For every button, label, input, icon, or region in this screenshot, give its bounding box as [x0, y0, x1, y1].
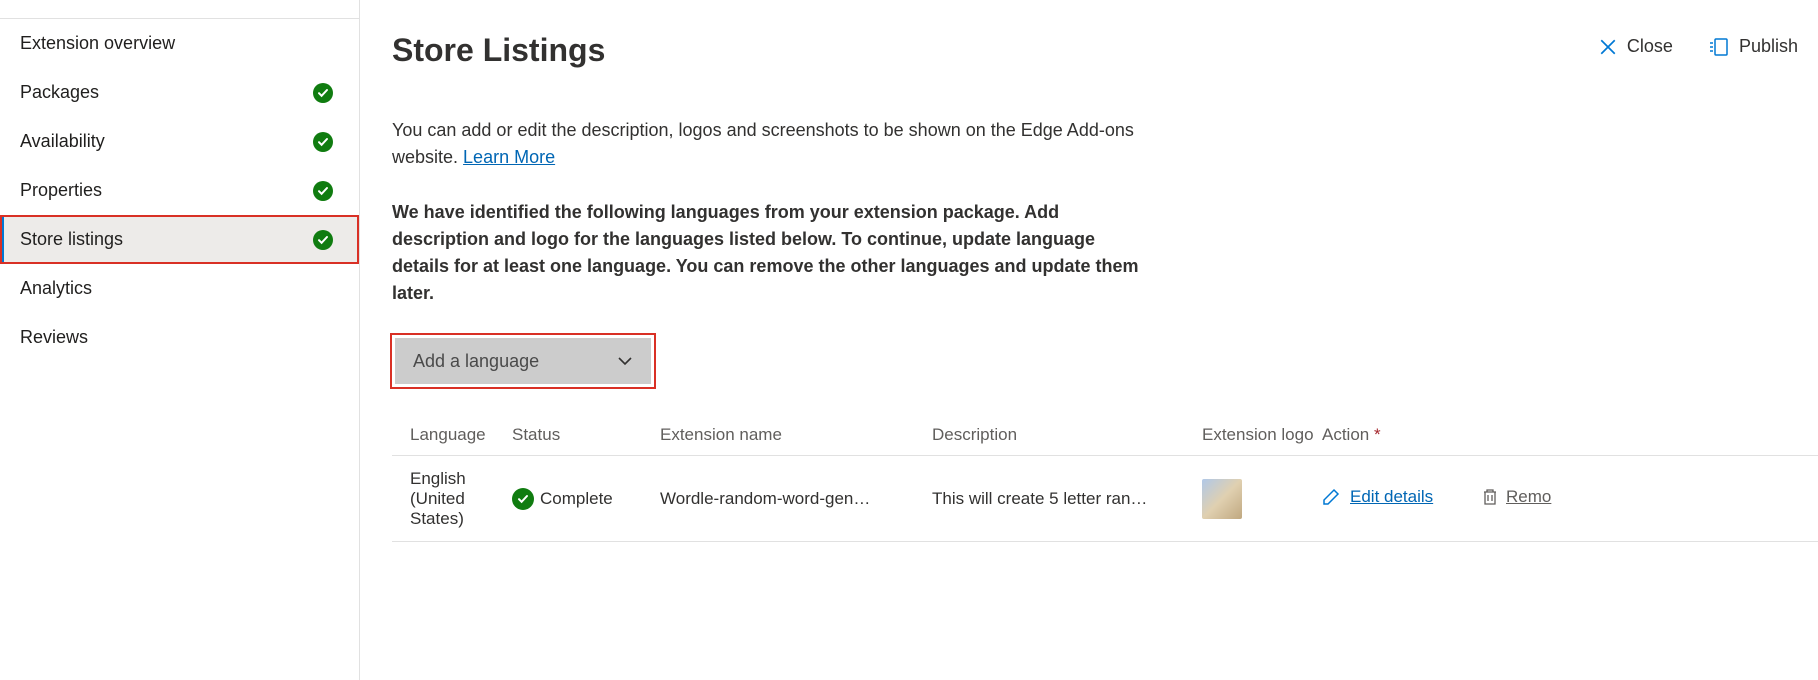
table-row: English (United States) Complete Wordle-… — [392, 456, 1818, 542]
add-language-highlight: Add a language — [392, 335, 654, 387]
instructions-text: We have identified the following languag… — [392, 199, 1152, 307]
remove-link[interactable]: Remo — [1482, 487, 1551, 507]
main-content: Close Publish Store Listings You can add… — [360, 0, 1818, 680]
nav-label: Extension overview — [20, 33, 175, 54]
nav-label: Analytics — [20, 278, 92, 299]
check-icon — [313, 132, 333, 152]
nav-label: Availability — [20, 131, 105, 152]
publish-icon — [1709, 37, 1729, 57]
status-check-icon — [512, 488, 534, 510]
col-extension: Extension name — [660, 425, 932, 445]
cell-language: English (United States) — [392, 469, 512, 529]
header-actions: Close Publish — [1599, 36, 1798, 57]
cell-description: This will create 5 letter ran… — [932, 489, 1202, 509]
cell-logo — [1202, 479, 1322, 519]
col-description: Description — [932, 425, 1202, 445]
check-icon — [313, 83, 333, 103]
extension-logo-thumb — [1202, 479, 1242, 519]
nav-label: Reviews — [20, 327, 88, 348]
edit-details-link[interactable]: Edit details — [1322, 487, 1433, 507]
col-language: Language — [392, 425, 512, 445]
nav-extension-overview[interactable]: Extension overview — [0, 19, 359, 68]
add-language-dropdown[interactable]: Add a language — [395, 338, 651, 384]
nav-properties[interactable]: Properties — [0, 166, 359, 215]
col-action: Action * — [1322, 425, 1482, 445]
nav-analytics[interactable]: Analytics — [0, 264, 359, 313]
col-logo: Extension logo — [1202, 425, 1322, 445]
page-description: You can add or edit the description, log… — [392, 117, 1152, 171]
publish-button[interactable]: Publish — [1709, 36, 1798, 57]
close-icon — [1599, 38, 1617, 56]
pencil-icon — [1322, 488, 1340, 506]
nav-availability[interactable]: Availability — [0, 117, 359, 166]
nav-label: Properties — [20, 180, 102, 201]
cell-status: Complete — [512, 488, 660, 510]
nav-label: Store listings — [20, 229, 123, 250]
required-asterisk: * — [1374, 425, 1381, 444]
table-header-row: Language Status Extension name Descripti… — [392, 425, 1818, 456]
dropdown-label: Add a language — [413, 351, 539, 372]
nav-packages[interactable]: Packages — [0, 68, 359, 117]
publish-label: Publish — [1739, 36, 1798, 57]
nav-store-listings[interactable]: Store listings — [0, 215, 359, 264]
cell-extension-name: Wordle-random-word-gen… — [660, 489, 932, 509]
chevron-down-icon — [617, 353, 633, 369]
nav-reviews[interactable]: Reviews — [0, 313, 359, 362]
nav-label: Packages — [20, 82, 99, 103]
learn-more-link[interactable]: Learn More — [463, 147, 555, 167]
cell-action: Edit details — [1322, 487, 1482, 511]
close-label: Close — [1627, 36, 1673, 57]
col-status: Status — [512, 425, 660, 445]
cell-remove: Remo — [1482, 487, 1818, 511]
sidebar: Extension overview Packages Availability… — [0, 0, 360, 680]
close-button[interactable]: Close — [1599, 36, 1673, 57]
check-icon — [313, 181, 333, 201]
trash-icon — [1482, 488, 1498, 506]
check-icon — [313, 230, 333, 250]
